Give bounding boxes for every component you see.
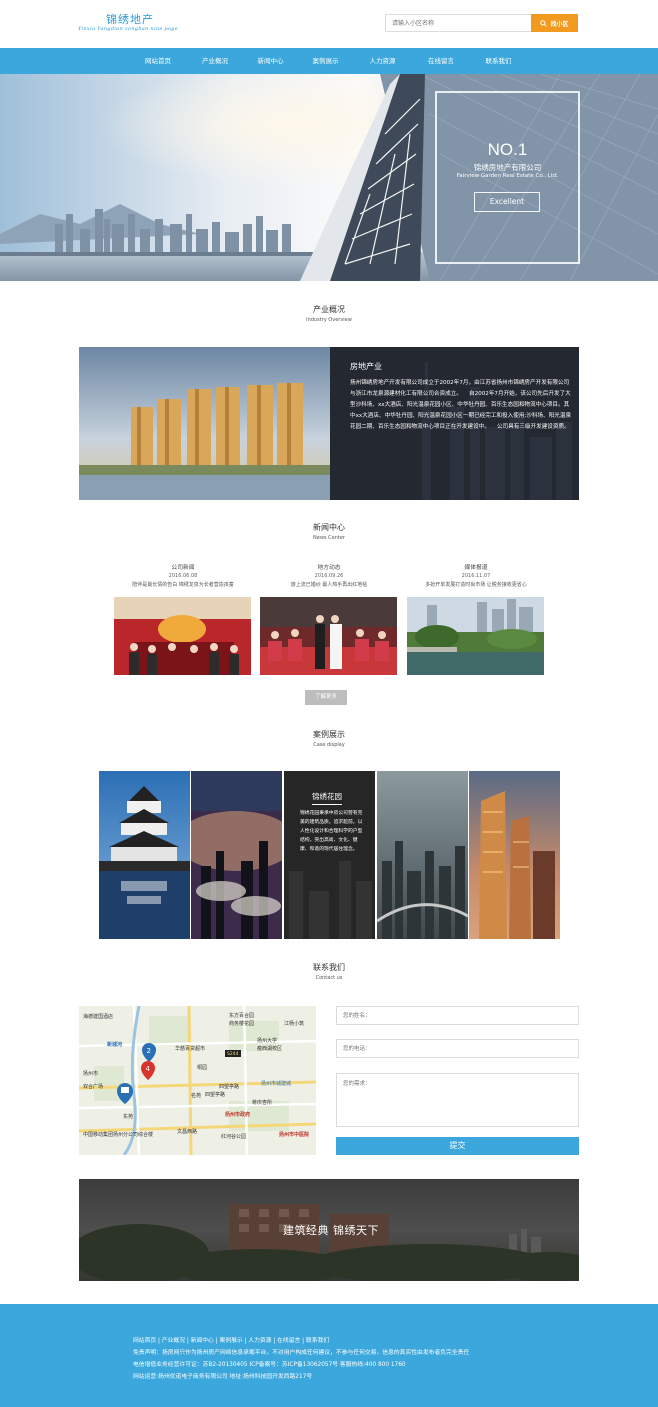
location-map[interactable]: S244 海德建国酒店 东方百合园 商务楼花园 江杨小筑 新城河 华慈百货超市 … (79, 1006, 316, 1155)
news-category: 地方动态 (317, 565, 341, 571)
case-featured-divider (312, 804, 342, 805)
news-item[interactable]: 公司新闻 2016.06.08 陪伴是最长情的告白 锦绣龙泉为长者营造孩童 (114, 562, 252, 588)
map-label: 扬州市政府 (225, 1111, 250, 1118)
nav-item-overview[interactable]: 产业概况 (186, 48, 244, 74)
hero-excellent-button[interactable]: Excellent (474, 192, 540, 212)
map-label: 扬州市中医院 (279, 1131, 309, 1138)
footer-links[interactable]: 网站首页 | 产业概况 | 新闻中心 | 案例展示 | 人力资源 | 在线留言 … (133, 1335, 329, 1344)
overview-image (79, 347, 330, 500)
nav-item-contact[interactable]: 联系我们 (471, 48, 526, 74)
map-label: 东苑 (123, 1113, 133, 1120)
case-featured-title: 锦绣花园 (312, 792, 342, 801)
map-label: 江杨小筑 (284, 1020, 304, 1027)
contact-section-title: 联系我们 (313, 963, 345, 972)
news-image-wedding-hall[interactable] (114, 597, 251, 675)
news-summary: 陪伴是最长情的告白 锦绣龙泉为长者营造孩童 (132, 582, 234, 588)
map-label: 双合广场 (83, 1083, 103, 1090)
news-summary: 多抢开单发展打造时尚市场 让税务接收更省心 (425, 582, 527, 588)
case-tile-skyline-night[interactable] (191, 771, 282, 939)
news-image-ceremony[interactable] (260, 597, 397, 675)
footer-disclaimer: 免责声明：扬房网只作为扬州房产网络信息承载平台，不对用户构成任何建议，不参与任何… (133, 1350, 470, 1356)
overview-section-subtitle: Industry Overview (306, 317, 352, 323)
logo-text[interactable]: 锦绣地产 (106, 11, 154, 27)
banner-slogan: 建筑经典 锦绣天下 (283, 1224, 379, 1237)
svg-text:4: 4 (146, 1065, 151, 1073)
map-label: 红河谷公园 (221, 1133, 246, 1140)
news-item[interactable]: 地方动态 2016.09.26 旅上流已婚纱 最人热手再出红地毯 (260, 562, 398, 588)
map-label: 名苑 (191, 1092, 201, 1099)
cases-section-title: 案例展示 (313, 730, 345, 739)
map-label: 文昌西路 (177, 1128, 197, 1135)
hero-title: NO.1 (487, 140, 528, 159)
map-label: 中国移动集团扬州分公司综合楼 (83, 1131, 153, 1138)
news-date: 2016.06.08 (168, 573, 198, 579)
map-label: 商务楼花园 (229, 1020, 254, 1027)
map-label: 海德建国酒店 (83, 1013, 113, 1020)
news-section-title: 新闻中心 (313, 523, 345, 532)
map-label: S244 (227, 1051, 239, 1057)
nav-item-home[interactable]: 网站首页 (130, 48, 186, 74)
case-tile-city-aerial[interactable] (377, 771, 468, 939)
search-button[interactable]: 找小区 (531, 14, 578, 32)
case-tile-towers-sunset[interactable] (469, 771, 560, 939)
map-label: 四望亭路 (205, 1091, 225, 1098)
map-label: 瘦西湖校区 (257, 1045, 282, 1052)
map-label: 华慈百货超市 (175, 1045, 205, 1052)
news-image-park[interactable] (407, 597, 544, 675)
contact-section-subtitle: Contact us (315, 975, 343, 981)
main-nav: 网站首页 产业概况 新闻中心 案例展示 人力资源 在线留言 联系我们 (0, 48, 658, 74)
map-label: 四望亭路 (219, 1083, 239, 1090)
map-label: 扬州市 (83, 1070, 98, 1077)
map-label: 东方百合园 (229, 1012, 254, 1019)
news-date: 2016.11.07 (461, 573, 491, 579)
nav-item-hr[interactable]: 人力资源 (354, 48, 411, 74)
hero-company-name-en: Fairview Garden Real Estate Co., Ltd. (456, 173, 559, 179)
search-button-label: 找小区 (550, 20, 569, 28)
overview-paragraph: 扬州锦绣房地产开发有限公司成立于2002年7月，由江苏省扬州市锦绣房产开发有限公… (350, 380, 572, 430)
map-label: 新城河 (107, 1041, 122, 1048)
footer-operator: 网站运营:扬州优诺电子商务有限公司 地址:扬州科技园开发西路217号 (133, 1374, 313, 1380)
cases-section-subtitle: Case display (313, 742, 345, 748)
submit-button[interactable]: 提交 (336, 1137, 579, 1155)
nav-item-message[interactable]: 在线留言 (411, 48, 471, 74)
case-featured-description: 锦绣花园秉承中房公司营有完美的建筑品质，追求超前，以人性化设计和合理科学的户型结… (300, 811, 363, 852)
search-input[interactable] (385, 14, 531, 32)
logo-tagline: Yinxiu Yangdian zongban nine page (78, 26, 179, 32)
news-category: 媒体报道 (464, 565, 488, 571)
news-date: 2016.09.26 (314, 573, 344, 579)
overview-heading: 房地产业 (350, 362, 382, 371)
news-more-button[interactable]: 了解更多 (305, 690, 347, 705)
map-label: 扬州市城建城 (261, 1080, 291, 1087)
map-label: 蒋庆杏所 (252, 1099, 272, 1106)
news-summary: 旅上流已婚纱 最人热手再出红地毯 (290, 582, 368, 588)
news-item[interactable]: 媒体报道 2016.11.07 多抢开单发展打造时尚市场 让税务接收更省心 (407, 562, 545, 588)
nav-item-news[interactable]: 新闻中心 (244, 48, 297, 74)
name-input[interactable] (336, 1006, 579, 1025)
news-section-subtitle: News Center (313, 535, 345, 541)
nav-item-cases[interactable]: 案例展示 (297, 48, 354, 74)
map-label: 桐园 (197, 1064, 207, 1071)
news-category: 公司新闻 (171, 565, 195, 571)
hero-company-name: 锦绣房地产有限公司 (473, 163, 542, 172)
footer: 网站首页 | 产业概况 | 新闻中心 | 案例展示 | 人力资源 | 在线留言 … (0, 1304, 658, 1407)
case-tile-castle[interactable] (99, 771, 190, 939)
search-icon (540, 19, 548, 27)
needs-textarea[interactable] (336, 1073, 579, 1127)
overview-section-title: 产业概况 (313, 305, 345, 314)
footer-license: 电信增值业务经营许可证：苏B2-20130405 ICP备案号：苏ICP备130… (133, 1362, 406, 1368)
map-label: 扬州大学 (257, 1037, 277, 1044)
phone-input[interactable] (336, 1039, 579, 1058)
svg-text:2: 2 (147, 1047, 151, 1055)
